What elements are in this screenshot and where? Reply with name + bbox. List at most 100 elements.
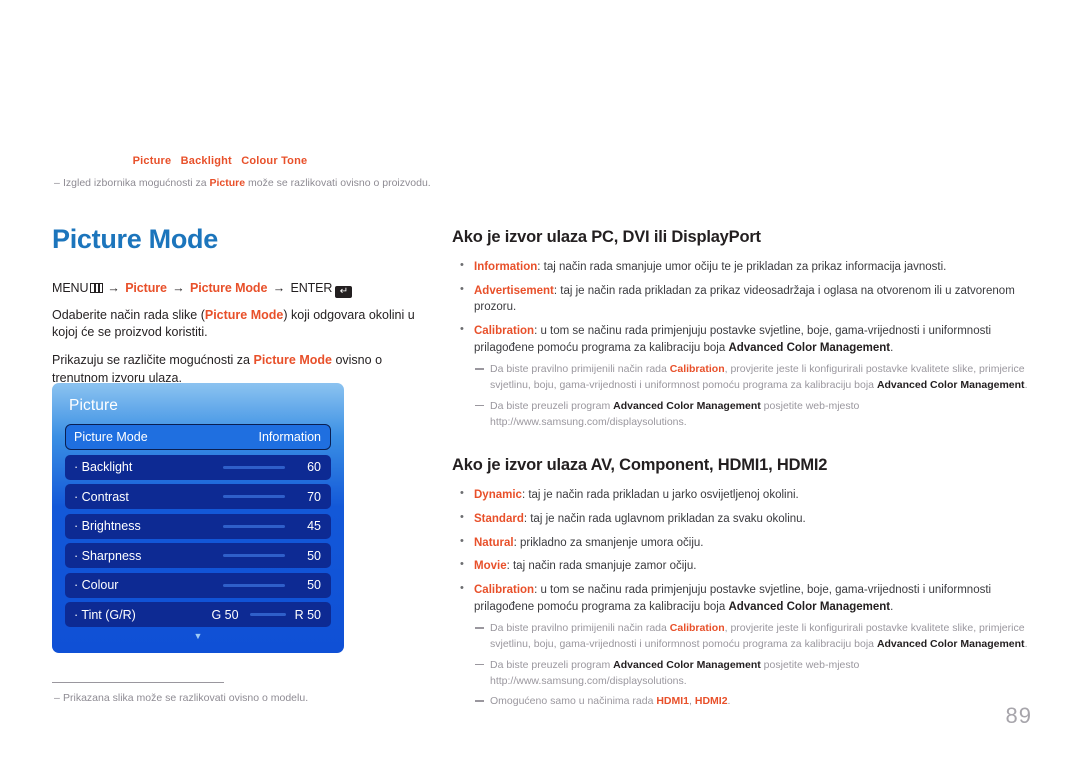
bullet-term: Calibration [474,584,535,597]
osd-row-backlight[interactable]: · Backlight 60 [65,454,331,480]
osd-slider-bar[interactable] [223,554,285,557]
bullet-text: : taj način rada smanjuje umor očiju te … [537,261,947,273]
subnote-term: Calibration [669,622,725,635]
enter-key-icon: ↵ [335,285,353,298]
top-note: – Izgled izbornika mogućnosti za Picture … [54,177,454,189]
list-item: Information: taj način rada smanjuje umo… [452,258,1032,276]
footnote-text: Prikazana slika može se razlikovati ovis… [63,692,309,704]
menu-path-step-picture: Picture [125,280,167,295]
osd-row-label: Picture Mode [74,430,148,444]
subnote-part-3: . [1024,379,1028,392]
subnote-strong: Advanced Color Management [876,379,1025,392]
subnote-term: Calibration [669,363,725,376]
bullet-text: : taj je način rada prikladan za prikaz … [474,284,1015,314]
section-heading-av-component-hdmi: Ako je izvor ulaza AV, Component, HDMI1,… [452,456,828,475]
osd-row-value: 45 [307,519,321,533]
osd-row-label: · Sharpness [74,548,142,563]
bullet-text: : taj način rada smanjuje zamor očiju. [506,560,697,573]
section-heading-pc-dvi-displayport: Ako je izvor ulaza PC, DVI ili DisplayPo… [452,228,761,246]
menu-path-arrow-1: → [107,280,120,295]
osd-row-value: 50 [307,578,321,592]
osd-row-label: · Backlight [74,460,133,474]
bullet-term: Dynamic [474,489,522,502]
list-item: Da biste preuzeli program Advanced Color… [474,399,1032,431]
menu-path-step-picture-mode: Picture Mode [190,280,268,295]
bullet-term: Information [474,261,538,273]
subnote-part-3: . [727,695,731,708]
subnote-list-av-hdmi: Da biste pravilno primijenili način rada… [474,621,1032,710]
bullet-term: Standard [474,513,524,526]
bullet-text: : prikladno za smanjenje umora očiju. [513,536,704,549]
osd-row-label: · Contrast [74,489,129,504]
subnote-term-hdmi1: HDMI1 [656,695,690,708]
list-item: Advertisement: taj je način rada priklad… [452,282,1032,316]
osd-row-picture-mode[interactable]: Picture Mode Information [65,424,331,450]
bullet-term: Natural [474,536,514,549]
note-dash-icon: – [54,177,60,189]
subnote-list-pc-dvi: Da biste pravilno primijenili način rada… [474,362,1032,430]
bullet-strong: Advanced Color Management [728,600,891,613]
osd-row-value: 50 [307,548,321,563]
top-note-keyword: Picture [209,177,246,189]
bullet-term: Movie [474,560,507,573]
top-note-before: Izgled izbornika mogućnosti za [63,177,210,189]
left-paragraph-2-keyword: Picture Mode [253,353,332,368]
list-item: Calibration: u tom se načinu rada primje… [452,581,1032,710]
footnote-dash-icon: – [54,692,60,704]
left-paragraph-1: Odaberite način rada slike (Picture Mode… [52,307,422,343]
menu-path: MENU → Picture → Picture Mode → ENTER ↵ [52,281,422,298]
osd-row-brightness[interactable]: · Brightness 45 [65,513,331,539]
running-head-item-1: Picture [132,155,172,167]
osd-row-label: · Colour [74,578,119,592]
osd-title: Picture [69,397,118,414]
subnote-part-1: Da biste preuzeli program [490,399,614,412]
running-head: Picture Backlight Colour Tone [0,155,440,167]
subnote-term-hdmi2: HDMI2 [694,695,728,708]
osd-slider-bar[interactable] [223,495,285,498]
footnote-divider [52,682,224,683]
list-item: Dynamic: taj je način rada prikladan u j… [452,486,1032,504]
bullet-text: : taj je način rada uglavnom prikladan z… [523,513,806,526]
osd-row-contrast[interactable]: · Contrast 70 [65,484,331,509]
osd-picture-menu[interactable]: Picture Picture Mode Information · Backl… [52,383,344,653]
osd-slider-bar[interactable] [249,613,286,616]
bullet-text: : taj je način rada prikladan u jarko os… [521,489,799,502]
osd-row-sharpness[interactable]: · Sharpness 50 [65,543,331,568]
subnote-strong: Advanced Color Management [613,658,761,671]
left-column: Picture Mode MENU → Picture → Picture Mod… [52,224,422,398]
running-head-item-2: Backlight [180,155,232,167]
list-item: Natural: prikladno za smanjenje umora oč… [452,534,1032,552]
osd-row-value: 70 [307,489,321,504]
list-item: Standard: taj je način rada uglavnom pri… [452,510,1032,528]
list-item: Omogućeno samo u načinima rada HDMI1, HD… [474,694,1032,710]
osd-row-colour[interactable]: · Colour 50 [65,572,331,598]
osd-row-value: Information [258,430,321,444]
osd-row-value-red: R 50 [294,607,321,622]
subnote-strong: Advanced Color Management [613,399,761,412]
bullet-strong: Advanced Color Management [728,341,891,354]
list-item: Movie: taj način rada smanjuje zamor oči… [452,557,1032,575]
top-note-after: može se razlikovati ovisno o proizvodu. [245,177,431,189]
osd-slider-bar[interactable] [223,465,285,469]
osd-row-tint[interactable]: · Tint (G/R) G 50 R 50 [65,602,331,627]
right-column: Ako je izvor ulaza PC, DVI ili DisplayPo… [452,228,1032,717]
subnote-part-1: Omogućeno samo u načinima rada [490,695,657,708]
osd-row-label: · Tint (G/R) [74,607,136,622]
list-item: Da biste preuzeli program Advanced Color… [474,658,1032,690]
bullet-list-pc-dvi: Information: taj način rada smanjuje umo… [452,258,1032,430]
chevron-down-icon[interactable]: ▼ [65,631,331,641]
menu-path-menu-label: MENU [52,280,89,295]
list-item: Da biste pravilno primijenili način rada… [474,362,1032,394]
menu-path-arrow-3: → [272,280,286,295]
osd-slider-bar[interactable] [223,524,285,528]
list-item: Da biste pravilno primijenili način rada… [474,621,1032,653]
left-paragraph-1-keyword: Picture Mode [204,307,284,322]
left-paragraph-2-part-1: Prikazuju se različite mogućnosti za [52,353,254,368]
running-head-item-3: Colour Tone [241,155,308,167]
bullet-list-av-hdmi: Dynamic: taj je način rada prikladan u j… [452,486,1032,710]
subnote-part-1: Da biste pravilno primijenili način rada [490,363,670,376]
bullet-term: Calibration [474,325,535,338]
footnote: – Prikazana slika može se razlikovati ovi… [54,692,308,704]
bullet-text-tail: . [890,600,894,613]
osd-slider-bar[interactable] [223,583,285,587]
